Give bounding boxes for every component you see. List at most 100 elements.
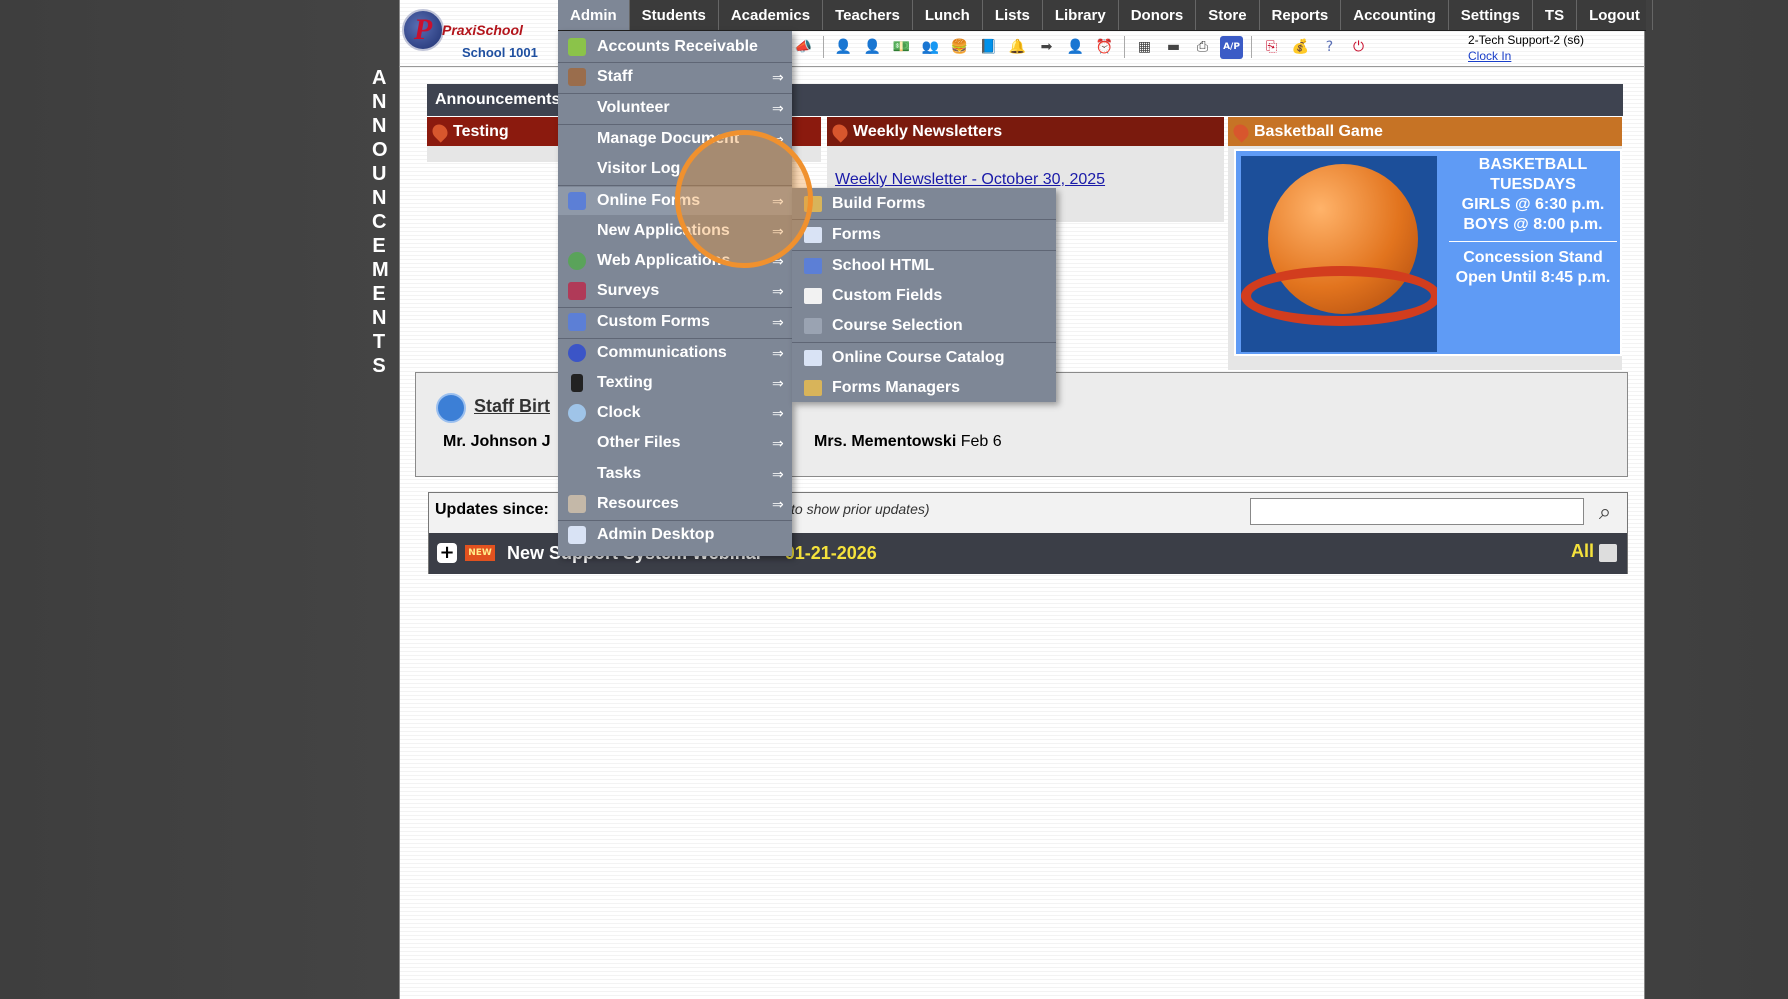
submenu-custom-fields[interactable]: Custom Fields [792, 282, 1056, 310]
menu-other-files[interactable]: Other Files ⇒ [558, 429, 792, 457]
updates-since-label: Updates since: [435, 501, 549, 518]
menu-clock[interactable]: Clock ⇒ [558, 399, 792, 427]
nav-store[interactable]: Store [1196, 0, 1260, 30]
printer-icon[interactable]: ⎙ [1191, 36, 1214, 59]
menu-label: Web Applications [597, 252, 731, 269]
staff-birthdays-title[interactable]: Staff Birt [474, 396, 550, 417]
nav-lunch[interactable]: Lunch [913, 0, 983, 30]
nav-logout[interactable]: Logout [1577, 0, 1653, 30]
nav-academics[interactable]: Academics [719, 0, 824, 30]
nav-library[interactable]: Library [1043, 0, 1119, 30]
cash-icon[interactable]: 💰 [1289, 36, 1312, 59]
menu-new-applications[interactable]: New Applications ⇒ [558, 217, 792, 245]
pencil-icon [804, 380, 822, 396]
newsletter-link[interactable]: Weekly Newsletter - October 30, 2025 [835, 171, 1105, 189]
nav-settings[interactable]: Settings [1449, 0, 1533, 30]
megaphone-icon[interactable]: 📣 [792, 36, 815, 59]
toolbar-divider [1124, 36, 1125, 58]
menu-label: Manage Document [597, 130, 740, 147]
menu-manage-document[interactable]: Manage Document ⇒ [558, 125, 792, 153]
menu-online-forms[interactable]: Online Forms ⇒ [558, 187, 792, 215]
updates-search-input[interactable] [1250, 498, 1584, 525]
submenu-build-forms[interactable]: Build Forms [792, 190, 1056, 218]
menu-communications[interactable]: Communications ⇒ [558, 339, 792, 367]
all-updates-link[interactable]: All [1571, 541, 1594, 562]
menu-label: Accounts Receivable [597, 38, 758, 55]
submenu-forms[interactable]: Forms [792, 221, 1056, 249]
announcements-side-label: ANN OUN CEM ENT S [372, 67, 389, 377]
nav-reports[interactable]: Reports [1260, 0, 1342, 30]
flyer-line: Concession Stand [1463, 249, 1603, 266]
menu-label: Texting [597, 374, 653, 391]
birthday-entry: Mr. Johnson J [443, 433, 551, 450]
logo-p-icon: P [402, 9, 444, 51]
flyer-line: GIRLS @ 6:30 p.m. [1461, 196, 1605, 213]
nav-admin[interactable]: Admin [558, 0, 630, 30]
menu-volunteer[interactable]: Volunteer ⇒ [558, 94, 792, 122]
resources-icon [568, 495, 586, 513]
submenu-forms-managers[interactable]: Forms Managers [792, 374, 1056, 402]
menu-label: Staff [597, 68, 633, 85]
nav-accounting[interactable]: Accounting [1341, 0, 1449, 30]
menu-accounts-receivable[interactable]: Accounts Receivable [558, 33, 792, 61]
export-icon[interactable]: ➡ [1035, 36, 1058, 59]
update-date: 01-21-2026 [784, 543, 877, 563]
lunch-icon[interactable]: 🍔 [948, 36, 971, 59]
power-icon[interactable]: ⏻ [1347, 36, 1370, 59]
print-icon[interactable] [1599, 544, 1617, 562]
menu-custom-forms[interactable]: Custom Forms ⇒ [558, 308, 792, 336]
menu-label: Resources [597, 495, 679, 512]
nav-ts[interactable]: TS [1533, 0, 1578, 30]
menu-resources[interactable]: Resources ⇒ [558, 490, 792, 518]
submenu-label: Forms Managers [832, 379, 961, 396]
menu-surveys[interactable]: Surveys ⇒ [558, 277, 792, 305]
ap-icon[interactable]: A/P [1220, 35, 1243, 59]
submenu-school-html[interactable]: School HTML [792, 252, 1056, 280]
submenu-arrow-icon: ⇒ [772, 68, 784, 85]
bell-icon[interactable]: 🔔 [1006, 36, 1029, 59]
money-icon[interactable]: 💵 [890, 36, 913, 59]
quick-toolbar: 📣 👤 👤 💵 👥 🍔 📘 🔔 ➡ 👤 ⏰ ▦ ▬ ⎙ A/P ⎘ 💰 ? ⏻ [792, 34, 1370, 60]
submenu-arrow-icon: ⇒ [772, 130, 784, 147]
basketball-card-header[interactable]: Basketball Game [1228, 117, 1622, 146]
book-icon[interactable]: 📘 [977, 36, 1000, 59]
field-add-icon [804, 288, 822, 304]
search-icon[interactable]: ⌕ [1589, 496, 1621, 528]
nav-students[interactable]: Students [630, 0, 719, 30]
menu-staff[interactable]: Staff ⇒ [558, 63, 792, 91]
help-icon[interactable]: ? [1318, 36, 1341, 59]
nav-teachers[interactable]: Teachers [823, 0, 913, 30]
menu-label: Tasks [597, 465, 642, 482]
menu-web-applications[interactable]: Web Applications ⇒ [558, 247, 792, 275]
desktop-icon [568, 526, 586, 544]
submenu-online-course-catalog[interactable]: Online Course Catalog [792, 344, 1056, 372]
family-icon[interactable]: 👥 [919, 36, 942, 59]
clock-icon[interactable]: ⏰ [1093, 36, 1116, 59]
menu-admin-desktop[interactable]: Admin Desktop [558, 521, 792, 549]
pdf-icon[interactable]: ⎘ [1260, 36, 1283, 59]
menu-texting[interactable]: Texting ⇒ [558, 369, 792, 397]
newsletter-card-header[interactable]: Weekly Newsletters [827, 117, 1224, 146]
card-icon[interactable]: ▬ [1162, 36, 1185, 59]
online-forms-submenu: Build Forms Forms School HTML Custom Fie… [792, 188, 1056, 402]
menu-label: Admin Desktop [597, 526, 715, 543]
expand-plus-icon[interactable]: + [437, 543, 457, 563]
menu-tasks[interactable]: Tasks ⇒ [558, 460, 792, 488]
menu-visitor-log[interactable]: Visitor Log [558, 155, 792, 183]
praxischool-logo[interactable]: P PraxiSchool School 1001 [402, 6, 552, 66]
logo-school-name: School 1001 [462, 45, 538, 60]
clock-in-link[interactable]: Clock In [1468, 48, 1584, 64]
nav-lists[interactable]: Lists [983, 0, 1043, 30]
teacher-icon[interactable]: 👤 [861, 36, 884, 59]
html-icon [804, 258, 822, 274]
flyer-divider [1449, 241, 1617, 242]
submenu-course-selection[interactable]: Course Selection [792, 312, 1056, 340]
flyer-line: BASKETBALL [1478, 156, 1588, 173]
admin-dropdown-menu: Accounts Receivable Staff ⇒ Volunteer ⇒ … [558, 31, 792, 556]
student-icon[interactable]: 👤 [832, 36, 855, 59]
nav-donors[interactable]: Donors [1119, 0, 1197, 30]
staff-icon[interactable]: 👤 [1064, 36, 1087, 59]
calendar-icon[interactable]: ▦ [1133, 36, 1156, 59]
globe-icon [568, 252, 586, 270]
basketball-flyer[interactable]: BASKETBALL TUESDAYS GIRLS @ 6:30 p.m. BO… [1234, 149, 1622, 356]
